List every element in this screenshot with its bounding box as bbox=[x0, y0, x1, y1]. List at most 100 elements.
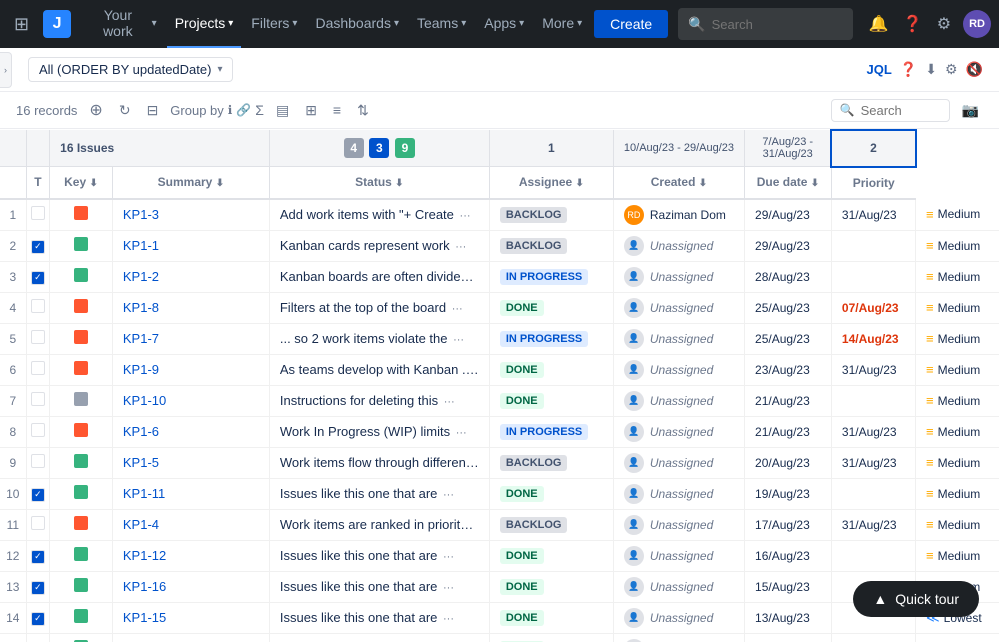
row-duedate-cell[interactable] bbox=[831, 478, 915, 509]
more-icon[interactable]: ··· bbox=[453, 334, 464, 346]
row-status-cell[interactable]: BACKLOG bbox=[489, 509, 613, 540]
row-duedate-cell[interactable] bbox=[831, 385, 915, 416]
row-assignee-cell[interactable]: RD Raziman Dom bbox=[613, 199, 744, 231]
more-icon[interactable]: ··· bbox=[443, 613, 454, 625]
row-status-cell[interactable]: BACKLOG bbox=[489, 230, 613, 261]
row-duedate-cell[interactable]: 31/Aug/23 bbox=[831, 509, 915, 540]
row-status-cell[interactable]: DONE bbox=[489, 540, 613, 571]
row-priority-cell[interactable]: ≡ Medium bbox=[916, 509, 999, 540]
issue-key-link[interactable]: KP1-5 bbox=[123, 455, 159, 470]
board-view-button[interactable]: ⊞ bbox=[301, 100, 321, 121]
group-by-link[interactable]: 🔗 bbox=[236, 103, 251, 117]
row-duedate-cell[interactable] bbox=[831, 633, 915, 642]
row-status-cell[interactable]: DONE bbox=[489, 385, 613, 416]
group-by-help[interactable]: ℹ bbox=[228, 103, 233, 117]
quick-tour-button[interactable]: ▲ Quick tour bbox=[853, 581, 979, 617]
sidebar-toggle[interactable]: › bbox=[0, 52, 12, 88]
row-duedate-cell[interactable]: 14/Aug/23 bbox=[831, 323, 915, 354]
row-checkbox[interactable] bbox=[31, 299, 45, 313]
row-duedate-cell[interactable]: 31/Aug/23 bbox=[831, 199, 915, 231]
avatar[interactable]: RD bbox=[963, 10, 991, 38]
row-status-cell[interactable]: DONE bbox=[489, 292, 613, 323]
row-status-cell[interactable]: IN PROGRESS bbox=[489, 261, 613, 292]
row-priority-cell[interactable]: ≡ Medium bbox=[916, 323, 999, 354]
issue-key-link[interactable]: KP1-8 bbox=[123, 300, 159, 315]
export-button[interactable]: ⬇ bbox=[925, 61, 937, 78]
issue-key-link[interactable]: KP1-10 bbox=[123, 393, 166, 408]
more-icon[interactable]: ··· bbox=[460, 210, 471, 222]
row-assignee-cell[interactable]: 👤 Unassigned bbox=[613, 416, 744, 447]
row-status-cell[interactable]: DONE bbox=[489, 354, 613, 385]
col-header-key[interactable]: Key ⬇ bbox=[50, 167, 113, 199]
col-header-summary[interactable]: Summary ⬇ bbox=[112, 167, 269, 199]
row-checkbox[interactable]: ✓ bbox=[31, 581, 45, 595]
row-checkbox[interactable]: ✓ bbox=[31, 240, 45, 254]
nav-projects[interactable]: Projects ▾ bbox=[167, 0, 242, 48]
issue-key-link[interactable]: KP1-6 bbox=[123, 424, 159, 439]
row-assignee-cell[interactable]: 👤 Unassigned bbox=[613, 540, 744, 571]
row-priority-cell[interactable]: ≡ Medium bbox=[916, 447, 999, 478]
row-assignee-cell[interactable]: 👤 Unassigned bbox=[613, 354, 744, 385]
row-assignee-cell[interactable]: 👤 Unassigned bbox=[613, 385, 744, 416]
notifications-button[interactable]: 🔔 bbox=[863, 8, 895, 40]
row-assignee-cell[interactable]: 👤 Unassigned bbox=[613, 323, 744, 354]
row-assignee-cell[interactable]: 👤 Unassigned bbox=[613, 633, 744, 642]
row-checkbox[interactable] bbox=[31, 423, 45, 437]
issue-key-link[interactable]: KP1-16 bbox=[123, 579, 166, 594]
more-icon[interactable]: ··· bbox=[478, 365, 489, 377]
row-assignee-cell[interactable]: 👤 Unassigned bbox=[613, 447, 744, 478]
sum-button[interactable]: Σ bbox=[255, 102, 264, 118]
row-duedate-cell[interactable] bbox=[831, 261, 915, 292]
nav-teams[interactable]: Teams ▾ bbox=[409, 0, 474, 48]
row-priority-cell[interactable]: ≡ Medium bbox=[916, 416, 999, 447]
more-icon[interactable]: ··· bbox=[452, 303, 463, 315]
more-icon[interactable]: ··· bbox=[473, 272, 484, 284]
row-checkbox[interactable] bbox=[31, 392, 45, 406]
help-button[interactable]: ❓ bbox=[897, 8, 929, 40]
nav-your-work[interactable]: Your work ▾ bbox=[79, 0, 165, 48]
settings-button[interactable]: ⚙ bbox=[931, 8, 957, 40]
row-duedate-cell[interactable]: 31/Aug/23 bbox=[831, 416, 915, 447]
search-input[interactable] bbox=[712, 17, 843, 32]
filter-dropdown[interactable]: All (ORDER BY updatedDate) ▾ bbox=[28, 57, 233, 82]
more-icon[interactable]: ··· bbox=[443, 582, 454, 594]
row-checkbox[interactable] bbox=[31, 330, 45, 344]
row-assignee-cell[interactable]: 👤 Unassigned bbox=[613, 230, 744, 261]
nav-more[interactable]: More ▾ bbox=[534, 0, 590, 48]
create-button[interactable]: Create bbox=[594, 10, 668, 38]
row-checkbox[interactable]: ✓ bbox=[31, 271, 45, 285]
issue-key-link[interactable]: KP1-1 bbox=[123, 238, 159, 253]
row-duedate-cell[interactable]: 07/Aug/23 bbox=[831, 292, 915, 323]
issue-key-link[interactable]: KP1-7 bbox=[123, 331, 159, 346]
issue-key-link[interactable]: KP1-9 bbox=[123, 362, 159, 377]
table-search-input[interactable] bbox=[861, 103, 941, 118]
snapshot-button[interactable]: 📷 bbox=[958, 100, 983, 121]
row-checkbox[interactable] bbox=[31, 361, 45, 375]
row-priority-cell[interactable]: ≡ Medium bbox=[916, 540, 999, 571]
row-status-cell[interactable]: IN PROGRESS bbox=[489, 323, 613, 354]
sort-button[interactable]: ⇅ bbox=[353, 100, 373, 121]
row-checkbox[interactable] bbox=[31, 516, 45, 530]
jql-button[interactable]: JQL bbox=[867, 62, 892, 77]
row-assignee-cell[interactable]: 👤 Unassigned bbox=[613, 261, 744, 292]
row-status-cell[interactable]: BACKLOG bbox=[489, 447, 613, 478]
nav-filters[interactable]: Filters ▾ bbox=[243, 0, 305, 48]
row-assignee-cell[interactable]: 👤 Unassigned bbox=[613, 509, 744, 540]
more-icon[interactable]: ··· bbox=[455, 241, 466, 253]
issue-key-link[interactable]: KP1-12 bbox=[123, 548, 166, 563]
row-duedate-cell[interactable]: 31/Aug/23 bbox=[831, 354, 915, 385]
app-grid-button[interactable]: ⊞ bbox=[8, 8, 35, 41]
row-assignee-cell[interactable]: 👤 Unassigned bbox=[613, 602, 744, 633]
row-status-cell[interactable]: DONE bbox=[489, 571, 613, 602]
filter-button[interactable]: ⊟ bbox=[143, 100, 163, 121]
row-assignee-cell[interactable]: 👤 Unassigned bbox=[613, 571, 744, 602]
list-view-button[interactable]: ▤ bbox=[272, 100, 293, 121]
row-status-cell[interactable]: IN PROGRESS bbox=[489, 416, 613, 447]
row-duedate-cell[interactable] bbox=[831, 230, 915, 261]
issue-key-link[interactable]: KP1-15 bbox=[123, 610, 166, 625]
more-icon[interactable]: ··· bbox=[456, 427, 467, 439]
col-header-assignee[interactable]: Assignee ⬇ bbox=[489, 167, 613, 199]
row-duedate-cell[interactable] bbox=[831, 540, 915, 571]
col-header-status[interactable]: Status ⬇ bbox=[269, 167, 489, 199]
more-icon[interactable]: ··· bbox=[472, 520, 483, 532]
